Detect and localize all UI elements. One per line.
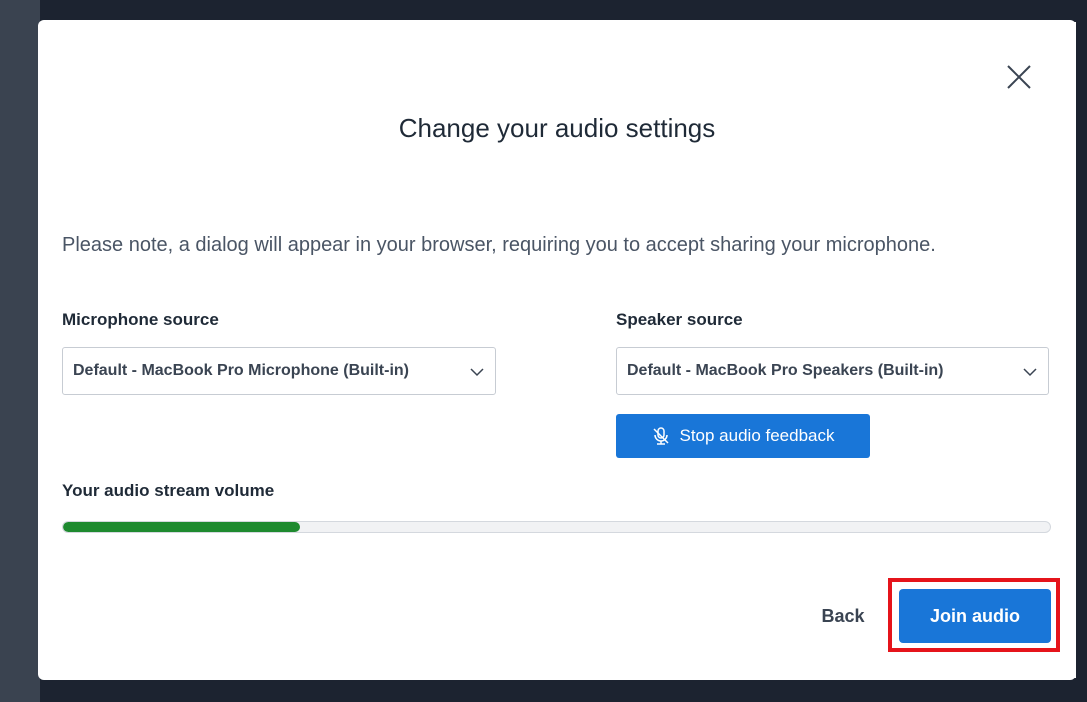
close-icon (1007, 65, 1031, 89)
stop-audio-feedback-label: Stop audio feedback (679, 426, 835, 445)
browser-permission-note: Please note, a dialog will appear in you… (62, 234, 936, 256)
microphone-muted-icon (653, 427, 670, 445)
speaker-source-select[interactable]: Default - MacBook Pro Speakers (Built-in… (616, 347, 1049, 395)
backdrop-top-strip (40, 0, 1087, 22)
microphone-source-value: Default - MacBook Pro Microphone (Built-… (73, 362, 409, 379)
chevron-down-icon (470, 368, 484, 377)
backdrop-left-strip (0, 0, 40, 702)
close-button[interactable] (1004, 62, 1034, 92)
speaker-source-value: Default - MacBook Pro Speakers (Built-in… (627, 362, 944, 379)
join-audio-button[interactable]: Join audio (899, 589, 1051, 643)
speaker-source-label: Speaker source (616, 310, 743, 329)
chevron-down-icon (1023, 368, 1037, 377)
volume-label: Your audio stream volume (62, 481, 275, 500)
backdrop-right-strip (1076, 0, 1087, 702)
volume-meter (62, 521, 1051, 533)
microphone-source-label: Microphone source (62, 310, 219, 329)
volume-meter-fill (63, 522, 300, 532)
dialog-title: Change your audio settings (398, 113, 716, 143)
stop-audio-feedback-button[interactable]: Stop audio feedback (616, 414, 870, 458)
microphone-source-select[interactable]: Default - MacBook Pro Microphone (Built-… (62, 347, 496, 395)
back-button[interactable]: Back (808, 596, 878, 636)
backdrop-bottom-strip (40, 678, 1087, 702)
